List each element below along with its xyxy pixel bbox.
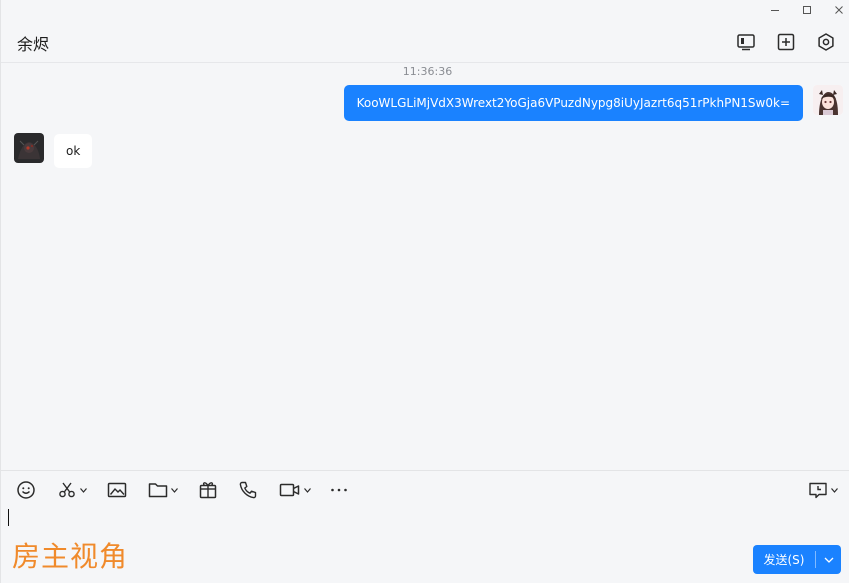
chat-title: 余烬 — [17, 35, 50, 54]
add-member-icon[interactable] — [776, 32, 796, 52]
video-call-icon[interactable] — [279, 480, 311, 500]
text-cursor — [8, 509, 9, 526]
red-packet-icon[interactable] — [198, 480, 218, 500]
settings-icon[interactable] — [816, 32, 836, 52]
timestamp-text: 11:36:36 — [402, 65, 453, 78]
close-icon[interactable] — [828, 2, 849, 18]
message-timestamp: 11:36:36 — [1, 65, 849, 78]
composer-divider — [1, 470, 849, 471]
chevron-down-icon[interactable] — [80, 487, 87, 493]
image-icon[interactable] — [107, 480, 127, 500]
title-bar: 余烬 — [1, 0, 849, 63]
chevron-down-icon[interactable] — [831, 487, 838, 493]
incoming-message-bubble[interactable]: ok — [54, 134, 93, 168]
minimize-icon[interactable] — [764, 2, 786, 18]
history-icon[interactable] — [808, 480, 838, 500]
screen-share-icon[interactable] — [736, 32, 756, 52]
outgoing-message-bubble[interactable]: KooWLGLiMjVdX3Wrext2YoGja6VPuzdNypg8iUyJ… — [343, 85, 803, 121]
message-input[interactable] — [1, 503, 849, 539]
watermark-text: 房主视角 — [12, 540, 129, 573]
chevron-down-icon[interactable] — [171, 487, 178, 493]
more-icon[interactable] — [330, 480, 348, 500]
send-button-label: 发送(S) — [763, 553, 805, 567]
emoji-icon[interactable] — [16, 480, 36, 500]
send-options-chevron-icon[interactable] — [816, 557, 841, 563]
chat-window: 余烬 11:36:36 KooWLGLiMjVdX3Wrext2YoGja6VP… — [0, 0, 849, 583]
my-avatar[interactable] — [813, 85, 843, 115]
maximize-icon[interactable] — [796, 2, 818, 18]
voice-call-icon[interactable] — [238, 480, 258, 500]
contact-avatar[interactable] — [14, 133, 44, 163]
screenshot-icon[interactable] — [57, 480, 87, 500]
chevron-down-icon[interactable] — [304, 487, 311, 493]
send-button[interactable]: 发送(S) — [753, 545, 841, 574]
file-icon[interactable] — [148, 480, 178, 500]
